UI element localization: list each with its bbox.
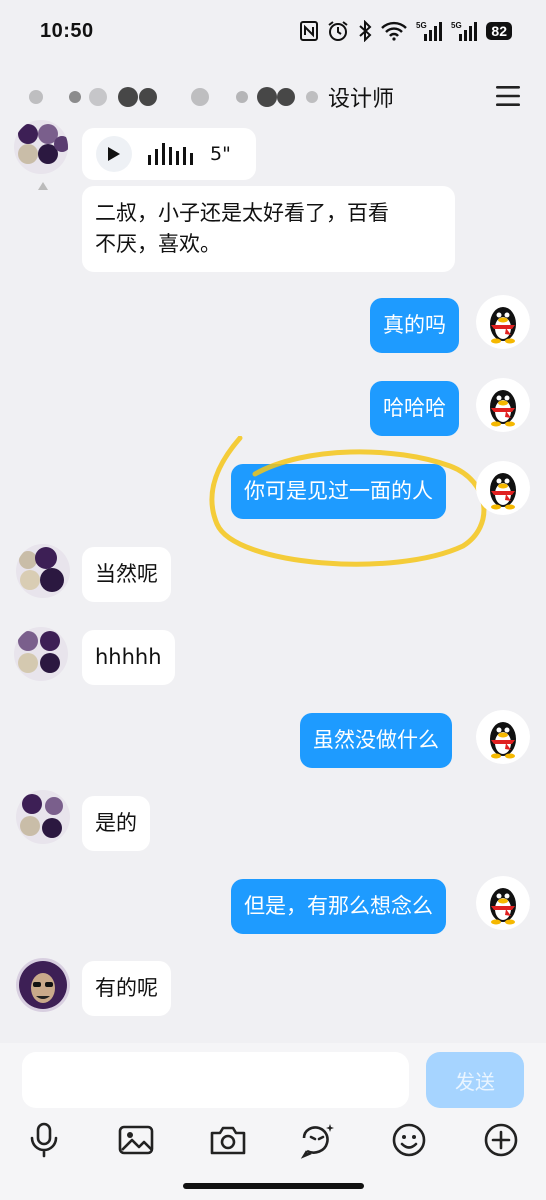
message-text-line: 不厌，喜欢。 [95, 232, 221, 256]
signal-icon-2: 5G [451, 20, 478, 42]
status-bar: 10:50 5G 5G 82 [0, 0, 546, 62]
plus-icon[interactable] [481, 1120, 521, 1160]
bluetooth-icon [358, 20, 372, 42]
my-avatar-penguin[interactable] [476, 710, 530, 764]
contact-avatar[interactable] [14, 627, 68, 681]
my-avatar-penguin[interactable] [476, 876, 530, 930]
status-time: 10:50 [40, 19, 94, 42]
message-bubble-incoming[interactable]: 当然呢 [82, 547, 171, 602]
alarm-icon [327, 20, 349, 42]
message-bubble-outgoing[interactable]: 虽然没做什么 [300, 713, 452, 768]
play-icon[interactable] [96, 136, 132, 172]
send-button[interactable]: 发送 [426, 1052, 524, 1108]
voice-duration: 5" [210, 143, 231, 165]
image-icon[interactable] [116, 1120, 156, 1160]
redacted-contact-name [29, 87, 318, 107]
home-indicator[interactable] [183, 1183, 364, 1189]
chat-title: 设计师 [328, 87, 395, 112]
status-icons: 5G 5G 82 [300, 20, 512, 42]
avatar-decoration [38, 182, 48, 190]
highlight-circle-annotation [209, 436, 487, 567]
message-bubble-outgoing[interactable]: 真的吗 [370, 298, 459, 353]
message-bubble-outgoing[interactable]: 哈哈哈 [370, 381, 459, 436]
signal-icon-1: 5G [416, 20, 443, 42]
my-avatar-penguin[interactable] [476, 461, 530, 515]
message-list[interactable]: 5" 二叔，小子还是太好看了，百看 不厌，喜欢。 真的吗 哈哈哈 你可是见过一面… [0, 118, 546, 1043]
message-bubble-incoming[interactable]: hhhhh [82, 630, 175, 685]
message-bubble-incoming[interactable]: 有的呢 [82, 961, 171, 1016]
message-text-line: 二叔，小子还是太好看了，百看 [95, 201, 389, 225]
message-bubble-incoming[interactable]: 是的 [82, 796, 150, 851]
battery-indicator: 82 [486, 22, 512, 40]
contact-avatar[interactable] [16, 544, 70, 598]
signal-label-2: 5G [451, 21, 462, 30]
voice-message[interactable]: 5" [82, 128, 256, 180]
camera-icon[interactable] [208, 1120, 248, 1160]
composer: 发送 [0, 1043, 546, 1200]
emoji-icon[interactable] [389, 1120, 429, 1160]
contact-avatar[interactable] [14, 120, 68, 174]
contact-avatar[interactable] [16, 958, 70, 1012]
message-bubble-incoming[interactable]: 二叔，小子还是太好看了，百看 不厌，喜欢。 [82, 186, 455, 272]
message-bubble-outgoing[interactable]: 但是，有那么想念么 [231, 879, 446, 934]
contact-avatar[interactable] [16, 790, 70, 844]
menu-icon[interactable] [494, 84, 522, 108]
mic-icon[interactable] [24, 1120, 64, 1160]
wifi-icon [381, 21, 408, 41]
message-input[interactable] [22, 1052, 409, 1108]
nfc-icon [300, 21, 319, 41]
my-avatar-penguin[interactable] [476, 378, 530, 432]
my-avatar-penguin[interactable] [476, 295, 530, 349]
waveform-icon [148, 143, 193, 165]
sticker-icon[interactable] [298, 1120, 338, 1160]
signal-label-1: 5G [416, 21, 427, 30]
